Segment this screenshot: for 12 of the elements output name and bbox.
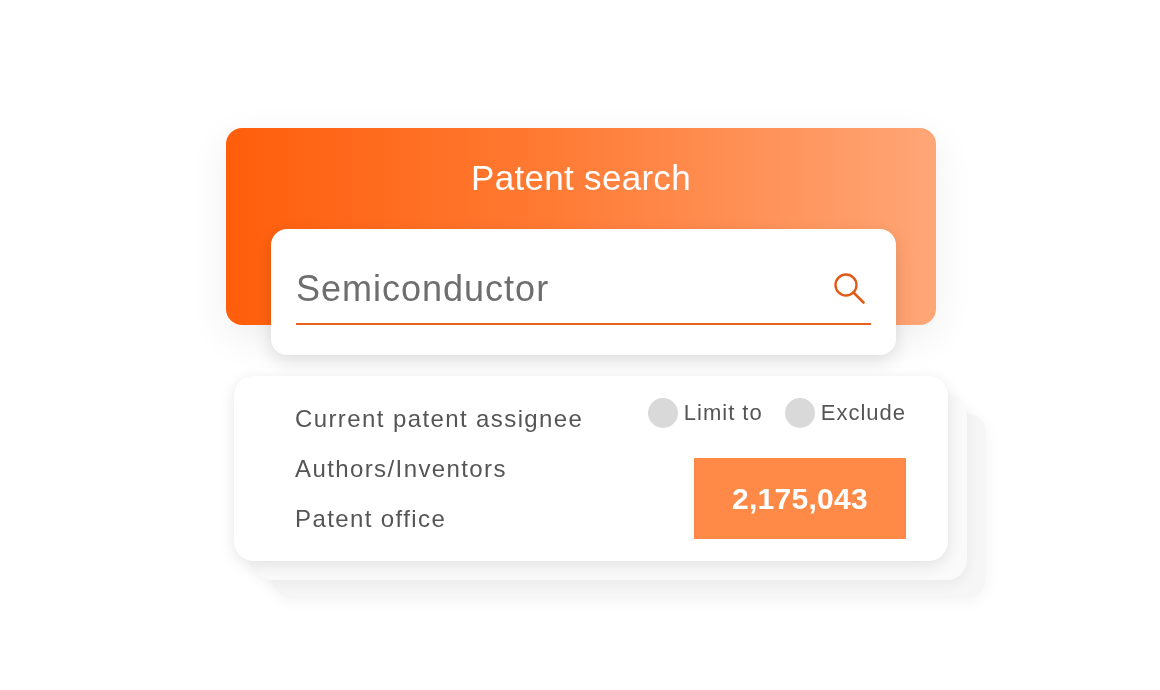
result-count: 2,175,043 xyxy=(694,458,906,539)
search-field[interactable]: Semiconductor xyxy=(296,262,871,325)
banner-title: Patent search xyxy=(471,158,691,199)
radio-label: Limit to xyxy=(683,400,763,426)
radio-button[interactable] xyxy=(784,398,815,428)
radio-button[interactable] xyxy=(647,398,678,428)
search-icon[interactable] xyxy=(833,272,865,304)
search-box[interactable]: Semiconductor xyxy=(271,229,896,355)
field-label: Patent office xyxy=(295,504,447,534)
field-label: Current patent assignee xyxy=(295,404,584,434)
field-label: Authors/Inventors xyxy=(295,454,507,484)
radio-label: Exclude xyxy=(820,400,906,426)
